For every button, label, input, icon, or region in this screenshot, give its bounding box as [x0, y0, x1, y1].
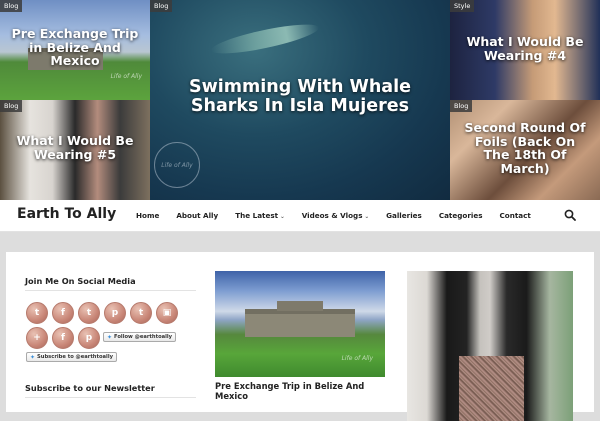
nav-categories[interactable]: Categories: [439, 211, 483, 220]
nav-videos-vlogs[interactable]: Videos & Vlogs ⌄: [302, 211, 369, 220]
twitter-icon[interactable]: t: [26, 302, 48, 324]
nav-contact[interactable]: Contact: [500, 211, 531, 220]
pinterest-icon[interactable]: p: [78, 327, 100, 349]
nav-label: Home: [136, 211, 160, 220]
twitter-icon[interactable]: t: [78, 302, 100, 324]
follow-label: Follow @earthtoally: [114, 334, 173, 340]
nav-about-ally[interactable]: About Ally: [176, 211, 218, 220]
chevron-down-icon: ⌄: [364, 214, 370, 220]
category-tag[interactable]: Blog: [450, 100, 473, 112]
follow-button[interactable]: ✦ Follow @earthtoally: [103, 332, 177, 342]
twitter-bird-icon: ✦: [107, 333, 113, 341]
nav-label: Contact: [499, 211, 531, 220]
featured-post-title[interactable]: Second Round Of Foils (Back On The 18th …: [450, 121, 600, 175]
nav-galleries[interactable]: Galleries: [386, 211, 422, 220]
featured-post-belize[interactable]: Life of Ally Blog Pre Exchange Trip in B…: [0, 0, 150, 100]
site-logo[interactable]: Earth To Ally: [17, 206, 116, 222]
nav-label: Galleries: [386, 211, 422, 220]
nav-label: The Latest: [235, 211, 279, 220]
chevron-down-icon: ⌄: [280, 214, 285, 220]
category-tag[interactable]: Blog: [0, 0, 23, 12]
facebook-icon[interactable]: f: [52, 302, 74, 324]
featured-post-wearing-4[interactable]: Style What I Would Be Wearing #4: [450, 0, 600, 100]
featured-post-title[interactable]: What I Would Be Wearing #4: [450, 35, 600, 62]
nav-label: About Ally: [176, 211, 219, 220]
subscribe-label: Subscribe to @earthtoally: [37, 354, 113, 360]
divider: [25, 290, 196, 291]
image-watermark: Life of Ally: [110, 73, 142, 80]
category-tag[interactable]: Blog: [0, 100, 23, 112]
featured-post-title[interactable]: Pre Exchange Trip in Belize And Mexico: [0, 27, 150, 68]
category-tag[interactable]: Style: [450, 0, 475, 12]
subscribe-button[interactable]: ✦ Subscribe to @earthtoally: [26, 352, 117, 362]
skirt-shape: [459, 356, 524, 421]
divider: [25, 397, 196, 398]
nav-the-latest[interactable]: The Latest ⌄: [235, 211, 284, 220]
newsletter-widget-title: Subscribe to our Newsletter: [25, 383, 155, 393]
nav-home[interactable]: Home: [136, 211, 159, 220]
post-title[interactable]: Pre Exchange Trip in Belize And Mexico: [215, 381, 385, 401]
image-watermark: Life of Ally: [341, 355, 373, 362]
twitter-bird-icon: ✦: [30, 353, 36, 361]
content-area: Join Me On Social Media t f t p t ▣ + f …: [6, 252, 594, 421]
post-thumbnail[interactable]: Life of Ally: [215, 271, 385, 377]
category-tag[interactable]: Blog: [150, 0, 173, 12]
featured-post-wearing-5[interactable]: Blog What I Would Be Wearing #5: [0, 100, 150, 200]
pinterest-icon[interactable]: p: [104, 302, 126, 324]
search-icon[interactable]: [564, 209, 576, 221]
tumblr-icon[interactable]: t: [130, 302, 152, 324]
featured-post-foils[interactable]: Blog Second Round Of Foils (Back On The …: [450, 100, 600, 200]
nav-label: Categories: [438, 211, 483, 220]
social-widget-title: Join Me On Social Media: [25, 276, 136, 286]
instagram-icon[interactable]: ▣: [156, 302, 178, 324]
plus-icon[interactable]: +: [26, 327, 48, 349]
featured-post-whale-sharks[interactable]: Life of Ally Blog Swimming With Whale Sh…: [150, 0, 450, 200]
image-watermark: Life of Ally: [154, 142, 200, 188]
featured-posts-grid: Life of Ally Blog Pre Exchange Trip in B…: [0, 0, 600, 200]
featured-post-title[interactable]: What I Would Be Wearing #5: [0, 134, 150, 161]
featured-post-title[interactable]: Swimming With Whale Sharks In Isla Mujer…: [150, 78, 450, 116]
outfit-photo[interactable]: [407, 271, 573, 421]
whale-shark-shape: [209, 18, 321, 60]
facebook-icon[interactable]: f: [52, 327, 74, 349]
menu: Home About Ally The Latest ⌄ Videos & Vlo…: [136, 211, 548, 220]
nav-label: Videos & Vlogs: [301, 211, 363, 220]
main-navigation: Earth To Ally Home About Ally The Latest…: [0, 200, 600, 232]
